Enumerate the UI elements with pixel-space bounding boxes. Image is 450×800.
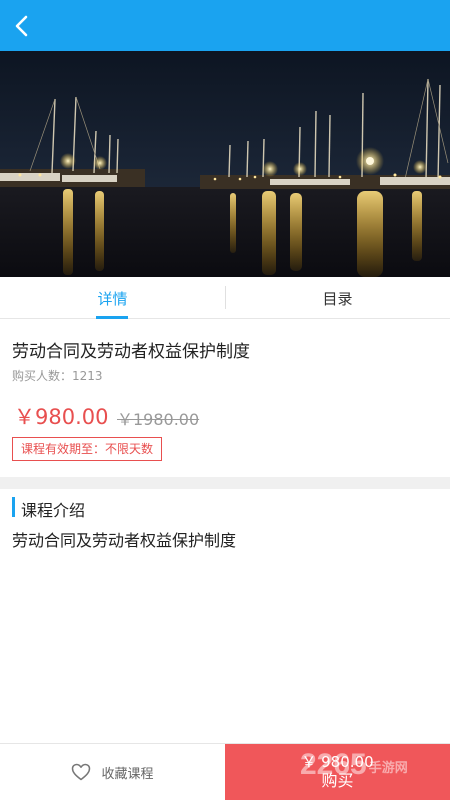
back-button[interactable] — [4, 8, 40, 44]
course-title: 劳动合同及劳动者权益保护制度 — [12, 342, 250, 362]
validity-badge: 课程有效期至：不限天数 — [12, 437, 163, 461]
chevron-left-icon — [15, 15, 28, 37]
section-divider — [0, 477, 450, 489]
tab-details[interactable]: 详情 — [0, 277, 225, 319]
watermark-text: 2265 — [300, 748, 367, 781]
active-tab-indicator — [96, 316, 128, 319]
intro-heading: 课程介绍 — [21, 501, 86, 520]
heart-outline-icon — [72, 763, 91, 781]
buyer-count: 购买人数：1213 — [12, 369, 103, 383]
site-watermark: 2265 手游网 — [300, 748, 408, 782]
current-price: ￥980.00 — [14, 405, 109, 429]
original-price: ￥1980.00 — [117, 410, 200, 429]
favorite-label: 收藏课程 — [101, 766, 154, 782]
section-accent-bar — [12, 497, 15, 517]
favorite-button[interactable]: 收藏课程 — [0, 744, 225, 800]
course-tabs: 详情 目录 — [0, 277, 450, 319]
intro-text: 劳动合同及劳动者权益保护制度 — [12, 531, 237, 550]
watermark-sub: 手游网 — [368, 759, 408, 775]
course-banner-image — [0, 51, 450, 277]
top-nav-bar — [0, 0, 450, 51]
tab-catalog[interactable]: 目录 — [225, 277, 450, 319]
